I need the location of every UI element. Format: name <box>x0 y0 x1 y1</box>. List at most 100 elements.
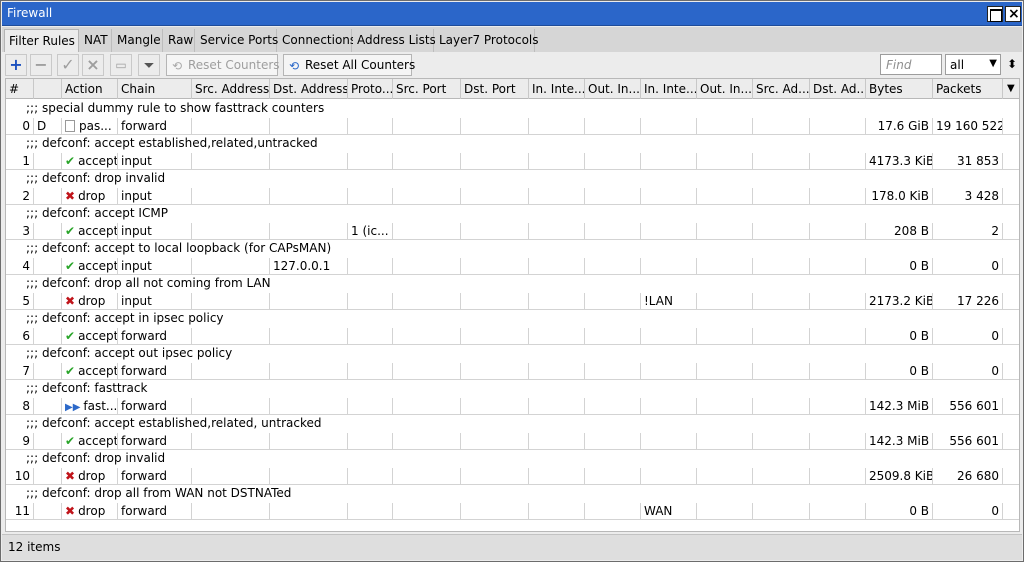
rule-number: 5 <box>6 292 34 310</box>
empty-cell <box>393 432 461 450</box>
col-chain[interactable]: Chain <box>118 79 192 99</box>
table-row[interactable]: 3 ✔ accept input 1 (ic... 208 B2 <box>6 222 1019 240</box>
rule-bytes: 208 B <box>866 222 933 240</box>
comment-row[interactable]: ;;; defconf: accept ICMP <box>6 205 1019 223</box>
maximize-button[interactable] <box>987 6 1003 22</box>
tab-connections[interactable]: Connections <box>278 29 356 52</box>
disable-button[interactable]: × <box>82 54 104 76</box>
rule-chain: forward <box>118 432 192 450</box>
table-row[interactable]: 6 ✔ accept forward 0 B0 <box>6 327 1019 345</box>
find-input[interactable]: Find <box>880 54 942 75</box>
reset-icon: ⟲ <box>172 59 183 73</box>
tab-mangle[interactable]: Mangle <box>113 29 163 52</box>
check-icon: ✓ <box>61 55 75 74</box>
empty-cell <box>393 292 461 310</box>
comment-row[interactable]: ;;; defconf: drop invalid <box>6 450 1019 468</box>
table-row[interactable]: 10 ✖ drop forward 2509.8 KiB 26 680 <box>6 467 1019 485</box>
col-in-interface[interactable]: In. Inte... <box>529 79 585 99</box>
comment-row[interactable]: ;;; defconf: drop invalid <box>6 170 1019 188</box>
comment-row[interactable]: ;;; special dummy rule to show fasttrack… <box>6 100 1019 118</box>
col-bytes[interactable]: Bytes <box>866 79 933 99</box>
tab-address-lists[interactable]: Address Lists <box>353 29 436 52</box>
table-row[interactable]: 5 ✖ drop input !LAN 2173.2 KiB 17 226 <box>6 292 1019 310</box>
col-out-interface[interactable]: Out. In... <box>585 79 641 99</box>
empty-cell <box>393 502 461 520</box>
close-button[interactable]: × <box>1005 6 1021 22</box>
tab-service-ports[interactable]: Service Ports <box>196 29 278 52</box>
rule-protocol <box>348 432 393 450</box>
empty-cell <box>1003 153 1019 170</box>
rule-in-interface-list <box>641 397 697 415</box>
rule-in-interface-list <box>641 152 697 170</box>
empty-cell <box>810 222 866 240</box>
empty-cell <box>810 502 866 520</box>
tab-nat[interactable]: NAT <box>80 29 112 52</box>
rule-flag <box>34 397 62 415</box>
table-row[interactable]: 7 ✔ accept forward 0 B0 <box>6 362 1019 380</box>
column-menu-icon[interactable]: ▼ <box>1003 79 1019 99</box>
empty-cell <box>753 152 810 170</box>
note-icon: ▭ <box>115 58 127 72</box>
empty-cell <box>810 187 866 205</box>
comment-row[interactable]: ;;; defconf: drop all from WAN not DSTNA… <box>6 485 1019 503</box>
empty-cell <box>753 432 810 450</box>
col-src-port[interactable]: Src. Port <box>393 79 461 99</box>
col-protocol[interactable]: Proto... <box>348 79 393 99</box>
reset-all-counters-button[interactable]: ⟲ Reset All Counters <box>283 54 415 76</box>
col-src-address-list[interactable]: Src. Ad... <box>753 79 810 99</box>
col-src-address[interactable]: Src. Address <box>192 79 270 99</box>
filter-button[interactable]: ⏷ <box>138 54 160 76</box>
comment-row[interactable]: ;;; defconf: drop all not coming from LA… <box>6 275 1019 293</box>
empty-cell <box>585 502 641 520</box>
tab-filter-rules[interactable]: Filter Rules <box>4 29 79 52</box>
rule-src-address <box>192 397 270 415</box>
col-dst-address-list[interactable]: Dst. Ad... <box>810 79 866 99</box>
tab-raw[interactable]: Raw <box>164 29 195 52</box>
empty-cell <box>529 397 585 415</box>
empty-cell <box>393 222 461 240</box>
empty-cell <box>753 502 810 520</box>
reset-counters-button[interactable]: ⟲ Reset Counters <box>166 54 280 76</box>
col-number[interactable]: # <box>6 79 34 99</box>
minus-icon: − <box>34 55 48 74</box>
rule-dst-address <box>270 502 348 520</box>
filter-select[interactable]: all ▼ <box>945 54 1001 75</box>
comment-row[interactable]: ;;; defconf: accept established,related,… <box>6 135 1019 153</box>
comment-row[interactable]: ;;; defconf: fasttrack <box>6 380 1019 398</box>
table-row[interactable]: 9 ✔ accept forward 142.3 MiB 556 601 <box>6 432 1019 450</box>
pass-icon <box>65 119 75 132</box>
col-out-interface-list[interactable]: Out. In... <box>697 79 753 99</box>
add-button[interactable]: + <box>5 54 27 76</box>
col-in-interface-list[interactable]: In. Inte... <box>641 79 697 99</box>
comment-row[interactable]: ;;; defconf: accept established,related,… <box>6 415 1019 433</box>
empty-cell <box>585 362 641 380</box>
col-flags[interactable] <box>34 79 62 99</box>
col-action[interactable]: Action <box>62 79 118 99</box>
rule-chain: forward <box>118 397 192 415</box>
empty-cell <box>697 187 753 205</box>
title-bar[interactable]: Firewall × <box>2 2 1022 26</box>
comment-row[interactable]: ;;; defconf: accept to local loopback (f… <box>6 240 1019 258</box>
col-dst-address[interactable]: Dst. Address <box>270 79 348 99</box>
enable-button[interactable]: ✓ <box>57 54 79 76</box>
empty-cell <box>585 397 641 415</box>
comment-button[interactable]: ▭ <box>110 54 132 76</box>
tab-layer7-protocols[interactable]: Layer7 Protocols <box>435 29 539 52</box>
rule-chain: input <box>118 152 192 170</box>
col-dst-port[interactable]: Dst. Port <box>461 79 529 99</box>
toolbar-scroll-icon[interactable]: ⬍ <box>1004 55 1020 74</box>
comment-row[interactable]: ;;; defconf: accept in ipsec policy <box>6 310 1019 328</box>
table-row[interactable]: 2 ✖ drop input 178.0 KiB 3 428 <box>6 187 1019 205</box>
table-row[interactable]: 8 ▶▶ fast... forward 142.3 MiB 556 601 <box>6 397 1019 415</box>
col-packets[interactable]: Packets <box>933 79 1003 99</box>
table-row[interactable]: 1 ✔ accept input 4173.3 KiB 31 853 <box>6 152 1019 170</box>
empty-cell <box>461 117 529 135</box>
table-row[interactable]: 0 Dpas... forward 17.6 GiB 19 160 522 <box>6 117 1019 135</box>
rule-action: ▶▶ fast... <box>62 397 118 415</box>
rule-packets: 31 853 <box>933 152 1003 170</box>
table-row[interactable]: 11 ✖ drop forward WAN 0 B0 <box>6 502 1019 520</box>
comment-row[interactable]: ;;; defconf: accept out ipsec policy <box>6 345 1019 363</box>
table-row[interactable]: 4 ✔ accept input 127.0.0.1 0 B0 <box>6 257 1019 275</box>
remove-button[interactable]: − <box>30 54 52 76</box>
fasttrack-icon: ▶▶ <box>65 401 81 413</box>
